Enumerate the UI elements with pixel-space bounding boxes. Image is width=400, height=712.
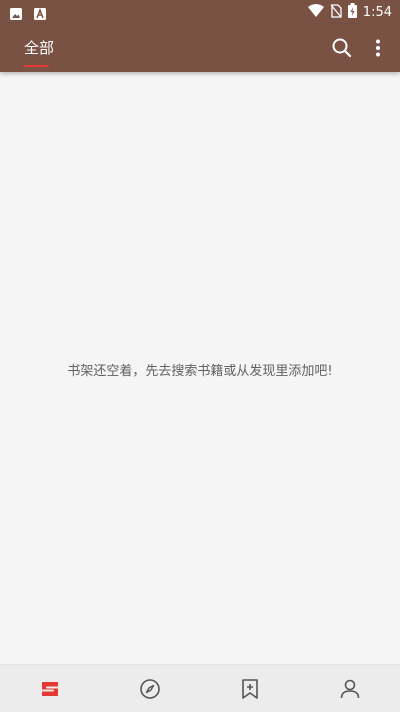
tab-indicator — [23, 65, 49, 67]
app-bar: 全部 — [0, 24, 400, 72]
no-sim-icon — [330, 3, 342, 22]
bookmark-add-icon — [238, 679, 262, 705]
nav-profile[interactable] — [338, 677, 362, 701]
battery-charging-icon — [347, 3, 357, 22]
tab-all[interactable]: 全部 — [24, 37, 54, 58]
status-bar: 1:54 — [0, 0, 400, 24]
empty-bookshelf-message: 书架还空着，先去搜索书籍或从发现里添加吧! — [67, 364, 333, 379]
nav-bookmark[interactable] — [238, 677, 262, 701]
more-vert-icon — [364, 39, 392, 66]
status-right: 1:54 — [307, 3, 392, 22]
a-letter-icon — [34, 5, 46, 24]
nav-discover[interactable] — [138, 677, 162, 701]
status-time: 1:54 — [362, 5, 392, 20]
image-icon — [10, 5, 22, 24]
search-button[interactable] — [328, 34, 356, 62]
status-left — [10, 5, 46, 24]
person-icon — [338, 679, 362, 705]
more-options-button[interactable] — [364, 34, 392, 62]
wifi-icon — [307, 3, 324, 22]
bookshelf-logo-icon — [38, 682, 62, 705]
bottom-navigation — [0, 664, 400, 712]
nav-bookshelf[interactable] — [38, 677, 62, 701]
compass-icon — [138, 679, 162, 705]
search-icon — [328, 38, 356, 66]
